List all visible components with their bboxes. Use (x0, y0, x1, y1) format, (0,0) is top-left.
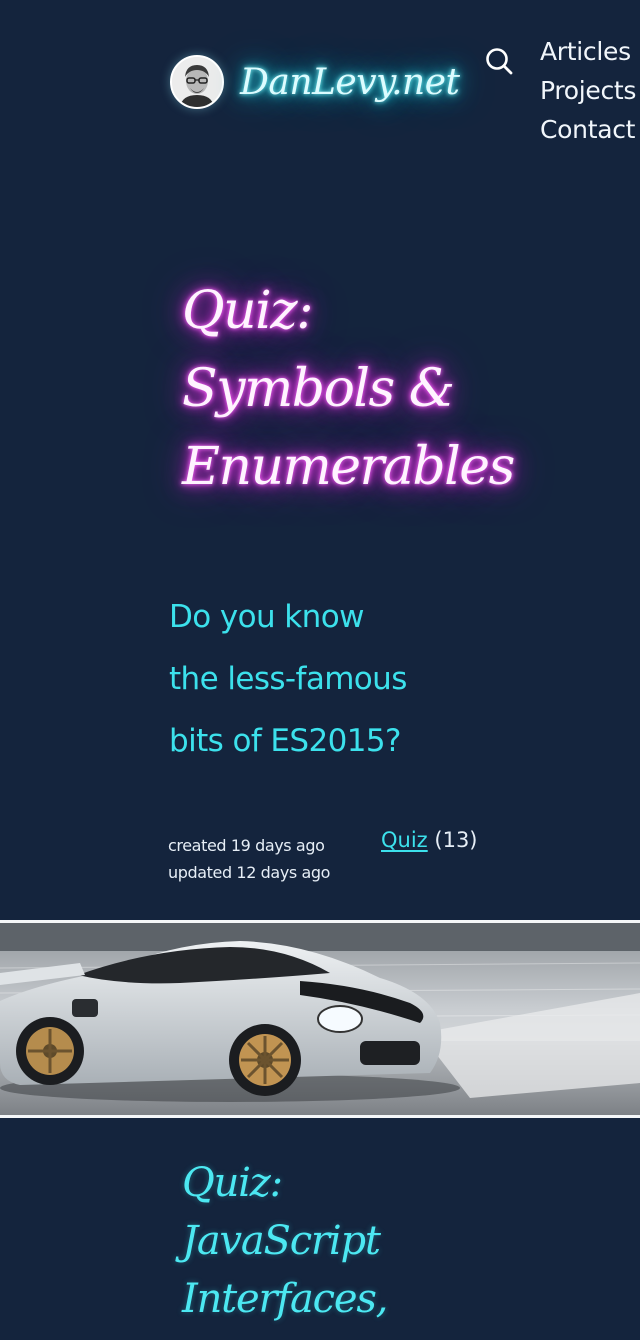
page: DanLevy.net Articles Projects Contact Qu… (0, 0, 640, 1340)
category-tag: Quiz (13) (381, 828, 478, 852)
article-subtitle-line: Do you know (169, 599, 364, 635)
updated-date: updated 12 days ago (168, 863, 331, 882)
article-banner (0, 920, 640, 1118)
nav-projects-link[interactable]: Projects (540, 71, 640, 110)
article-subtitle-line: bits of ES2015? (169, 723, 401, 759)
article-title-line: Quiz: (182, 281, 314, 341)
site-name: DanLevy.net (240, 61, 460, 103)
main-nav: Articles Projects Contact (540, 32, 640, 149)
created-date: created 19 days ago (168, 836, 325, 855)
avatar-photo-icon (172, 57, 222, 107)
article-title: Quiz: Symbols & Enumerables (182, 272, 602, 506)
next-article-link[interactable]: Quiz: JavaScript Interfaces, (182, 1154, 602, 1328)
avatar (170, 55, 224, 109)
tag-count: (13) (434, 828, 478, 852)
home-link[interactable]: DanLevy.net (170, 52, 460, 112)
search-icon (486, 48, 513, 75)
nav-contact-link[interactable]: Contact (540, 110, 640, 149)
search-button[interactable] (480, 42, 518, 80)
tag-quiz-link[interactable]: Quiz (381, 828, 428, 852)
article-subtitle: Do you know the less-famous bits of ES20… (169, 586, 499, 772)
sports-car-image-icon (0, 923, 640, 1115)
article-subtitle-line: the less-famous (169, 661, 407, 697)
next-article-title-line: Interfaces, (182, 1276, 388, 1322)
nav-articles-link[interactable]: Articles (540, 32, 640, 71)
next-article-title-line: Quiz: (182, 1160, 283, 1206)
next-article-title-line: JavaScript (182, 1218, 381, 1264)
article-title-line: Enumerables (182, 437, 515, 497)
article-dates: created 19 days ago updated 12 days ago (168, 832, 330, 886)
article-title-line: Symbols & (182, 359, 455, 419)
